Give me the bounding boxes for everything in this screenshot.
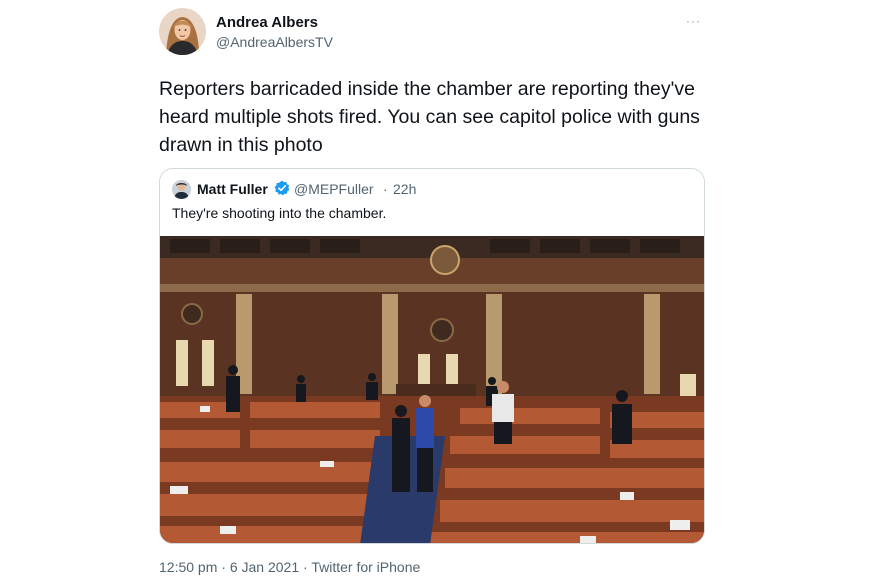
verified-badge-icon [274,180,290,196]
quoted-tweet[interactable]: Matt Fuller @MEPFuller · 22h They're sho… [159,168,705,544]
author-name[interactable]: Andrea Albers [216,14,318,31]
footer-separator: · [221,559,226,575]
quoted-avatar-icon [172,180,191,199]
tweet-time[interactable]: 12:50 pm [159,559,217,575]
tweet-text: Reporters barricaded inside the chamber … [159,78,700,156]
house-chamber-photo[interactable] [160,236,704,543]
quoted-timestamp[interactable]: 22h [393,181,416,197]
quoted-author-avatar[interactable] [172,180,191,199]
tweet-source[interactable]: Twitter for iPhone [311,559,420,575]
tweet-date[interactable]: 6 Jan 2021 [230,559,299,575]
author-handle[interactable]: @AndreaAlbersTV [216,34,333,50]
tweet-footer: 12:50 pm · 6 Jan 2021 · Twitter for iPho… [159,559,420,575]
tweet: Andrea Albers @AndreaAlbersTV ··· Report… [0,0,884,580]
footer-separator: · [303,559,308,575]
quoted-separator: · [383,181,388,197]
avatar-portrait-icon [159,8,206,55]
quoted-tweet-text: They're shooting into the chamber. [172,205,387,221]
author-avatar[interactable] [159,8,206,55]
chamber-photo-illustration [160,236,704,543]
ellipsis-icon[interactable]: ··· [686,14,701,28]
quoted-author-handle[interactable]: @MEPFuller [294,181,374,197]
quoted-author-name[interactable]: Matt Fuller [197,181,268,197]
